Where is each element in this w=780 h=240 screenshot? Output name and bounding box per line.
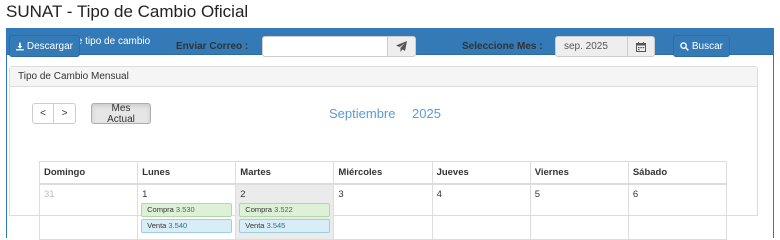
day-cell[interactable]: 6 (627, 183, 728, 240)
day-cell[interactable]: 3 (333, 183, 433, 240)
buy-rate-badge: Compra 3.522 (239, 202, 331, 217)
day-number: 2 (240, 188, 246, 200)
sell-rate-value: 3.540 (168, 220, 188, 230)
calendar-table: Domingo Lunes Martes Miércoles Jueves Vi… (38, 161, 728, 240)
calendar-icon (636, 41, 646, 52)
day-number: 1 (142, 188, 148, 200)
day-number: 5 (534, 188, 540, 200)
sell-label: Venta (147, 220, 167, 230)
calendar-header-row: Domingo Lunes Martes Miércoles Jueves Vi… (38, 161, 728, 185)
sell-rate-badge: Venta 3.545 (239, 218, 331, 233)
calendar-month-title: Septiembre (329, 106, 396, 121)
header-monday: Lunes (137, 161, 237, 185)
buy-label: Compra (245, 204, 272, 214)
calendar-year-title: 2025 (412, 106, 441, 121)
day-cell[interactable]: 31 (38, 183, 139, 240)
month-label: Seleccione Mes : (462, 41, 543, 52)
month-nav-group: < > (32, 103, 76, 124)
calendar-week-row: 31 1 Compra 3.530 Venta 3.540 2 Compra 3… (38, 183, 728, 240)
download-button[interactable]: Descargar (9, 35, 80, 57)
search-label: Buscar (691, 40, 723, 52)
header-friday: Viernes (529, 161, 629, 185)
buy-rate-value: 3.522 (274, 204, 293, 214)
next-month-button[interactable]: > (54, 103, 76, 124)
download-icon (16, 42, 24, 50)
header-saturday: Sábado (627, 161, 728, 185)
buy-label: Compra (147, 204, 174, 214)
day-cell[interactable]: 5 (529, 183, 629, 240)
monthly-panel-heading: Tipo de Cambio Mensual (10, 67, 757, 87)
current-month-button[interactable]: Mes Actual (91, 103, 151, 125)
send-email-button[interactable] (387, 36, 416, 57)
prev-month-button[interactable]: < (32, 103, 54, 124)
day-cell[interactable]: 4 (431, 183, 531, 240)
day-number: 31 (44, 188, 55, 200)
paper-plane-icon (396, 41, 407, 52)
buy-rate-badge: Compra 3.530 (141, 202, 233, 217)
day-number: 4 (436, 188, 442, 200)
header-sunday: Domingo (38, 161, 139, 185)
day-number: 6 (632, 188, 639, 200)
download-label: Descargar (26, 40, 73, 52)
sell-rate-badge: Venta 3.540 (141, 218, 233, 233)
sell-rate-value: 3.545 (266, 220, 286, 230)
month-picker-button[interactable] (627, 36, 655, 57)
header-tuesday: Martes (235, 161, 335, 185)
email-input[interactable] (262, 36, 388, 57)
sell-label: Venta (245, 220, 265, 230)
page-title: SUNAT - Tipo de Cambio Oficial (6, 2, 249, 21)
search-icon (680, 41, 689, 51)
buy-rate-value: 3.530 (175, 204, 195, 214)
header-thursday: Jueves (431, 161, 531, 185)
search-button[interactable]: Buscar (673, 35, 730, 57)
header-wednesday: Miércoles (333, 161, 433, 185)
day-cell[interactable]: 1 Compra 3.530 Venta 3.540 (137, 183, 237, 240)
day-number: 3 (338, 188, 344, 200)
month-input[interactable]: sep. 2025 (555, 36, 628, 57)
email-label: Enviar Correo : (176, 41, 249, 52)
day-cell-today[interactable]: 2 Compra 3.522 Venta 3.545 (235, 183, 335, 240)
